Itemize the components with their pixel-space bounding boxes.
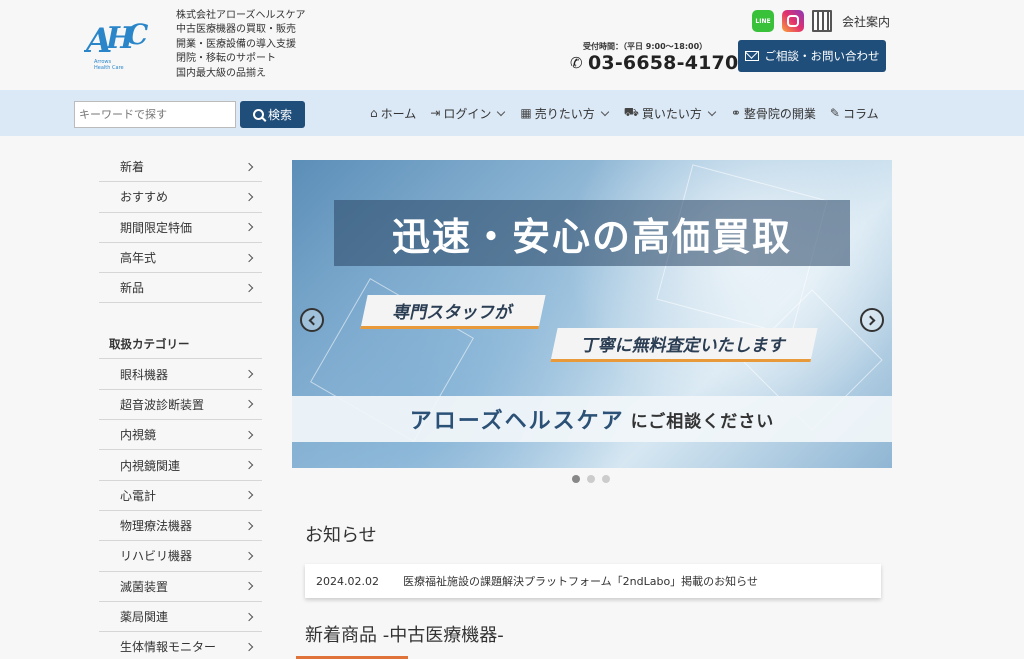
search-button[interactable]: 検索 [240,101,305,128]
phone-number[interactable]: 03-6658-4170 [588,52,738,74]
main-nav: ⌂ ホーム ⇥ ログイン ▦ 売りたい方 ⛟ 買いたい方 ⚭ 整骨院の開業 ✎ … [370,90,879,136]
nav-column[interactable]: ✎ コラム [830,105,879,122]
sidebar-category-item[interactable]: 滅菌装置 [99,572,262,602]
svg-text:C: C [126,18,149,51]
chevron-down-icon [707,107,717,116]
mail-icon [744,51,759,61]
nav-clinic-opening[interactable]: ⚭ 整骨院の開業 [731,105,816,122]
hero-banner-main: アローズヘルスケア [409,409,625,434]
hero-slider[interactable]: 迅速・安心の高価買取 専門スタッフが 丁寧に無料査定いたします アローズヘルスケ… [292,160,892,468]
chevron-right-icon [244,551,254,561]
nav-sell[interactable]: ▦ 売りたい方 [520,105,609,122]
service-line: 閉院・移転のサポート [176,53,276,65]
company-description: 株式会社アローズヘルスケア 中古医療機器の買取・販売 開業・医療設備の導入支援 … [176,9,306,81]
sidebar-item-limited-sale[interactable]: 期間限定特価 [99,213,262,243]
service-line: 中古医療機器の買取・販売 [176,24,296,36]
chevron-down-icon [497,107,506,116]
slider-next-button[interactable] [860,308,884,332]
sidebar-category-item[interactable]: 薬局関連 [99,602,262,633]
service-line: 開業・医療設備の導入支援 [176,38,296,50]
category-heading: 取扱カテゴリー [99,327,262,360]
slider-dot[interactable] [572,475,580,483]
site-header: A H C Arrows Health Care 株式会社アローズヘルスケア 中… [0,0,1024,90]
sidebar-category-item[interactable]: 眼科機器 [99,359,262,390]
svg-text:Health Care: Health Care [94,65,124,71]
calculator-icon: ▦ [520,106,532,120]
chevron-right-icon [244,612,254,621]
slider-dot[interactable] [602,475,610,483]
chevron-right-icon [244,642,254,652]
sidebar-category-item[interactable]: リハビリ機器 [99,541,262,572]
sidebar-category-item[interactable]: 物理療法機器 [99,511,262,542]
sidebar-item-recommended[interactable]: おすすめ [99,182,262,213]
contact-button[interactable]: ご相談・お問い合わせ [738,40,886,72]
edit-icon: ✎ [829,106,840,120]
news-heading: お知らせ [305,525,377,546]
hero-tagline-2: 丁寧に無料査定いたします [550,328,818,362]
new-products-heading: 新着商品 -中古医療機器- [305,625,504,646]
building-icon[interactable] [812,10,832,32]
chevron-left-icon [308,315,319,325]
news-date: 2024.02.02 [316,574,379,588]
hero-tagline-1: 専門スタッフが [360,295,546,329]
company-name: 株式会社アローズヘルスケア [176,10,306,21]
chevron-right-icon [244,369,254,379]
company-info-link[interactable]: 会社案内 [842,13,890,30]
instagram-icon[interactable] [782,10,804,32]
business-hours: 受付時間：（平日 9:00〜18:00） [583,42,708,51]
sidebar-item-recent-model[interactable]: 高年式 [99,243,262,274]
sidebar-item-brand-new[interactable]: 新品 [99,273,262,304]
chevron-right-icon [244,460,254,470]
chevron-right-icon [244,253,254,262]
hero-banner-sub: にご相談ください [630,411,775,432]
social-links: LINE 会社案内 [752,10,890,32]
chevron-right-icon [244,222,254,232]
slider-prev-button[interactable] [300,308,324,332]
phone-icon: ✆ [570,54,583,72]
line-icon[interactable]: LINE [752,10,774,32]
handshake-icon: ⚭ [730,106,741,120]
sidebar-category-item[interactable]: 超音波診断装置 [99,390,262,421]
sidebar-category-item[interactable]: 内視鏡 [99,420,262,451]
news-title[interactable]: 医療福祉施設の課題解決プラットフォーム「2ndLabo」掲載のお知らせ [403,573,758,589]
sidebar-category-item[interactable]: 心電計 [99,481,262,511]
nav-bar: 検索 ⌂ ホーム ⇥ ログイン ▦ 売りたい方 ⛟ 買いたい方 ⚭ 整骨院の開業… [0,90,1024,136]
chevron-right-icon [244,192,254,202]
chevron-right-icon [244,581,254,591]
chevron-right-icon [244,430,254,439]
chevron-right-icon [865,315,876,325]
chevron-right-icon [244,491,254,500]
company-logo[interactable]: A H C Arrows Health Care [84,14,156,72]
service-line: 国内最大級の品揃え [176,67,266,79]
nav-home[interactable]: ⌂ ホーム [370,105,416,122]
chevron-right-icon [244,283,254,293]
cart-icon: ⛟ [623,105,639,119]
slider-pagination [572,475,610,483]
chevron-down-icon [600,107,609,116]
nav-buy[interactable]: ⛟ 買いたい方 [624,105,717,122]
sidebar-category-item[interactable]: 内視鏡関連 [99,450,262,481]
phone-contact[interactable]: ✆ 03-6658-4170 [570,52,738,74]
hero-title: 迅速・安心の高価買取 [334,200,850,266]
chevron-right-icon [244,162,254,171]
search-icon [252,109,264,120]
chevron-right-icon [244,400,254,409]
search-input[interactable] [74,101,236,128]
hero-banner: アローズヘルスケア にご相談ください [292,396,892,442]
news-item[interactable]: 2024.02.02 医療福祉施設の課題解決プラットフォーム「2ndLabo」掲… [305,564,881,598]
slider-dot[interactable] [587,475,595,483]
home-icon: ⌂ [370,106,378,120]
sidebar: 新着 おすすめ 期間限定特価 高年式 新品 取扱カテゴリー 眼科機器 超音波診断… [99,152,262,659]
sidebar-category-item[interactable]: 生体情報モニター [99,632,262,659]
login-icon: ⇥ [430,106,441,120]
chevron-right-icon [244,521,254,530]
sidebar-item-new[interactable]: 新着 [99,152,262,183]
nav-login[interactable]: ⇥ ログイン [430,105,506,122]
contact-button-label: ご相談・お問い合わせ [764,49,880,63]
